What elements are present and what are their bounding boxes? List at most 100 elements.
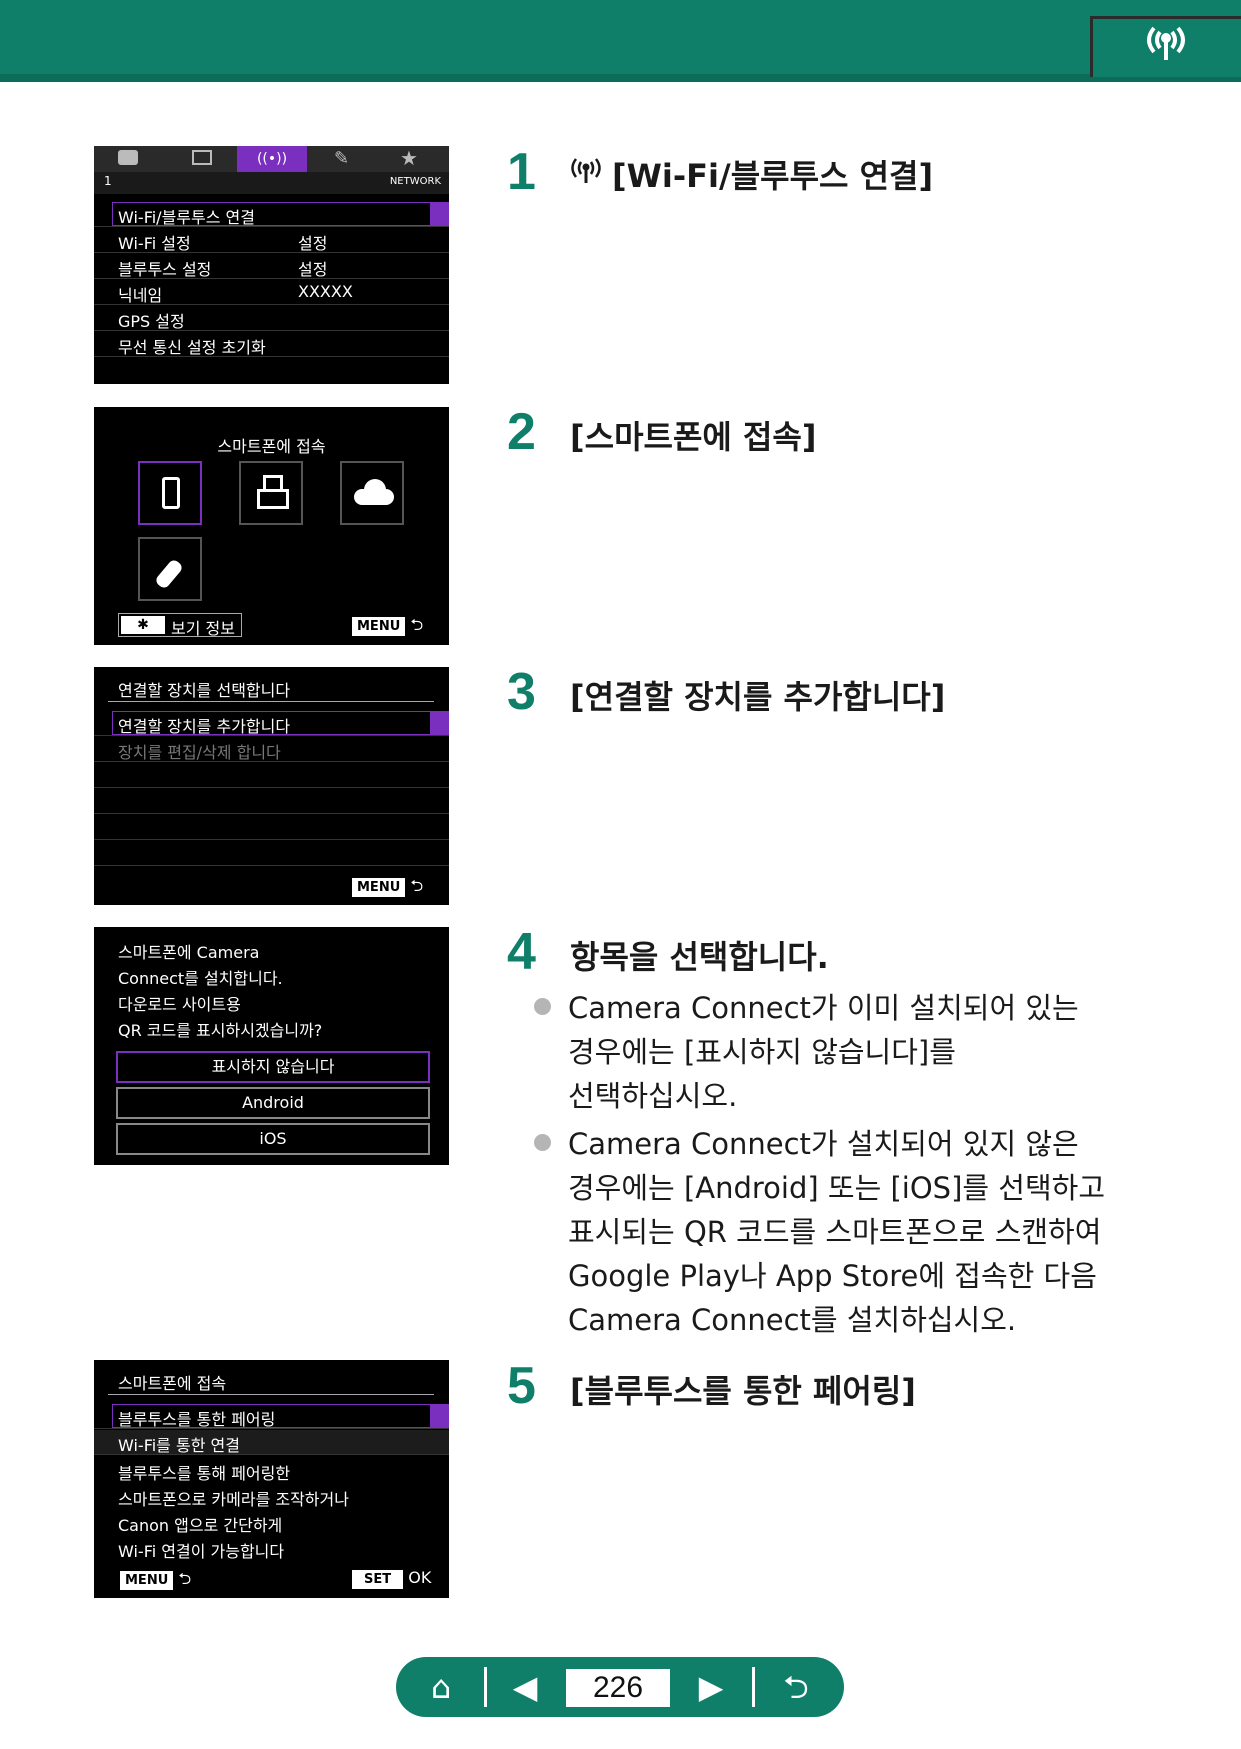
menu-item-value: XXXXX (298, 282, 353, 301)
camera-screen-network-menu: ((•)) ✎ ★ 1 NETWORK Wi-Fi/블루투스 연결 Wi-Fi … (94, 146, 449, 384)
screen-title: 연결할 장치를 선택합니다 (118, 681, 291, 700)
message-line: 다운로드 사이트용 (118, 995, 241, 1014)
empty-row (94, 841, 449, 866)
wireless-icon (566, 155, 606, 185)
info-label: 보기 정보 (171, 619, 235, 638)
bullet-line: 표시되는 QR 코드를 스마트폰으로 스캔하여 (568, 1215, 1102, 1249)
back-icon[interactable]: ⮌ (768, 1663, 824, 1711)
description-line: 스마트폰으로 카메라를 조작하거나 (118, 1490, 349, 1509)
divider (484, 1667, 487, 1707)
menu-item-wifi-connection[interactable]: Wi-Fi를 통한 연결 (94, 1430, 449, 1455)
smartphone-option[interactable] (138, 461, 202, 525)
camera-icon[interactable] (118, 150, 138, 165)
menu-back-button[interactable]: MENU ⮌ (352, 875, 423, 902)
home-icon[interactable]: ⌂ (416, 1663, 466, 1711)
wireless-icon (1136, 20, 1196, 64)
description-line: Wi-Fi 연결이 가능합니다 (118, 1542, 285, 1561)
playback-icon[interactable] (192, 150, 212, 165)
menu-item-edit-device[interactable]: 장치를 편집/삭제 합니다 (94, 737, 449, 762)
bullet-line: Camera Connect가 설치되어 있지 않은 (568, 1127, 1079, 1161)
step-title: 항목을 선택합니다. (570, 938, 829, 976)
set-label: SET (352, 1570, 404, 1589)
bullet-text: Camera Connect가 이미 설치되어 있는 경우에는 [표시하지 않습… (568, 986, 1128, 1118)
menu-back-button[interactable]: MENU ⮌ (120, 1568, 191, 1595)
description-line: Canon 앱으로 간단하게 (118, 1516, 283, 1535)
menu-item-wifi-settings[interactable]: Wi-Fi 설정 설정 (94, 228, 449, 253)
camera-screen-connect-smartphone: 스마트폰에 접속 ✱ 보기 정보 MENU ⮌ (94, 407, 449, 645)
next-page-icon[interactable]: ▶ (686, 1663, 736, 1711)
set-ok-button[interactable]: SET OK (352, 1568, 431, 1589)
bullet-dot (534, 1134, 551, 1151)
menu-item-reset[interactable]: 무선 통신 설정 초기화 (94, 332, 449, 357)
screen-title: 스마트폰에 접속 (217, 437, 326, 456)
bullet-line: Camera Connect가 이미 설치되어 있는 (568, 991, 1079, 1025)
menu-item-label: 블루투스를 통한 페어링 (118, 1410, 276, 1429)
back-icon: ⮌ (410, 615, 424, 634)
menu-item-label: Wi-Fi 설정 (118, 234, 191, 253)
menu-item-label: Wi-Fi/블루투스 연결 (118, 208, 255, 227)
menu-item-value: 설정 (298, 234, 328, 253)
menu-label: MENU (352, 617, 406, 636)
menu-label: MENU (120, 1571, 174, 1590)
step-number: 2 (507, 403, 536, 461)
bullet-line: 선택하십시오. (568, 1079, 738, 1113)
menu-item-wifi-bluetooth[interactable]: Wi-Fi/블루투스 연결 (94, 202, 449, 227)
message-line: Connect를 설치합니다. (118, 969, 283, 988)
screen-title: 스마트폰에 접속 (118, 1374, 227, 1393)
menu-item-gps[interactable]: GPS 설정 (94, 306, 449, 331)
bullet-line: Camera Connect를 설치하십시오. (568, 1303, 1017, 1337)
menu-item-value: 설정 (298, 260, 328, 279)
bullet-text: Camera Connect가 설치되어 있지 않은 경우에는 [Android… (568, 1122, 1128, 1342)
menu-item-label: GPS 설정 (118, 312, 185, 331)
menu-item-label: Wi-Fi를 통한 연결 (118, 1436, 240, 1455)
message-line: QR 코드를 표시하시겠습니까? (118, 1021, 323, 1040)
menu-item-label: 블루투스 설정 (118, 260, 212, 279)
menu-item-label: 무선 통신 설정 초기화 (118, 338, 266, 357)
settings-icon[interactable]: ✎ (334, 148, 349, 169)
remote-option[interactable] (138, 537, 202, 601)
print-option[interactable] (239, 461, 303, 525)
menu-tab-bar: ((•)) ✎ ★ (94, 146, 449, 172)
ok-label: OK (408, 1568, 432, 1587)
star-icon[interactable]: ★ (400, 146, 418, 170)
menu-item-nickname[interactable]: 닉네임 XXXXX (94, 280, 449, 305)
step-number: 5 (507, 1357, 536, 1415)
printer-icon (257, 489, 289, 509)
previous-page-icon[interactable]: ◀ (500, 1663, 550, 1711)
menu-back-button[interactable]: MENU ⮌ (352, 614, 423, 641)
menu-item-add-device[interactable]: 연결할 장치를 추가합니다 (94, 711, 449, 736)
menu-item-bluetooth-pairing[interactable]: 블루투스를 통한 페어링 (94, 1404, 449, 1429)
step-number: 4 (507, 923, 536, 981)
empty-row (94, 815, 449, 840)
empty-row (94, 789, 449, 814)
step-title: [스마트폰에 접속] (570, 418, 817, 456)
menu-item-bluetooth-settings[interactable]: 블루투스 설정 설정 (94, 254, 449, 279)
camera-screen-pairing: 스마트폰에 접속 블루투스를 통한 페어링 Wi-Fi를 통한 연결 블루투스를… (94, 1360, 449, 1598)
step-number: 3 (507, 663, 536, 721)
back-icon: ⮌ (410, 876, 424, 895)
option-android[interactable]: Android (116, 1087, 430, 1119)
step-title: [Wi-Fi/블루투스 연결] (612, 157, 934, 195)
bullet-line: Google Play나 App Store에 접속한 다음 (568, 1259, 1097, 1293)
wireless-tab[interactable]: ((•)) (237, 146, 307, 172)
back-icon: ⮌ (178, 1569, 192, 1588)
page-navigation: ⌂ ◀ 226 ▶ ⮌ (396, 1657, 844, 1717)
page-number[interactable]: 226 (566, 1669, 670, 1707)
header-bar (0, 0, 1241, 82)
cloud-option[interactable] (340, 461, 404, 525)
menu-item-label: 연결할 장치를 추가합니다 (118, 717, 291, 736)
info-button[interactable]: ✱ 보기 정보 (118, 613, 242, 638)
option-do-not-show[interactable]: 표시하지 않습니다 (116, 1051, 430, 1083)
header-underline (0, 74, 1241, 82)
smartphone-icon (162, 477, 180, 509)
empty-row (94, 763, 449, 788)
menu-tab-info: 1 NETWORK (94, 172, 449, 194)
camera-screen-select-device: 연결할 장치를 선택합니다 연결할 장치를 추가합니다 장치를 편집/삭제 합니… (94, 667, 449, 905)
option-ios[interactable]: iOS (116, 1123, 430, 1155)
bullet-line: 경우에는 [Android] 또는 [iOS]를 선택하고 (568, 1171, 1106, 1205)
menu-item-label: 닉네임 (118, 286, 163, 305)
camera-screen-install-app: 스마트폰에 Camera Connect를 설치합니다. 다운로드 사이트용 Q… (94, 927, 449, 1165)
message-line: 스마트폰에 Camera (118, 943, 260, 962)
divider (752, 1667, 755, 1707)
remote-control-icon (153, 558, 185, 590)
